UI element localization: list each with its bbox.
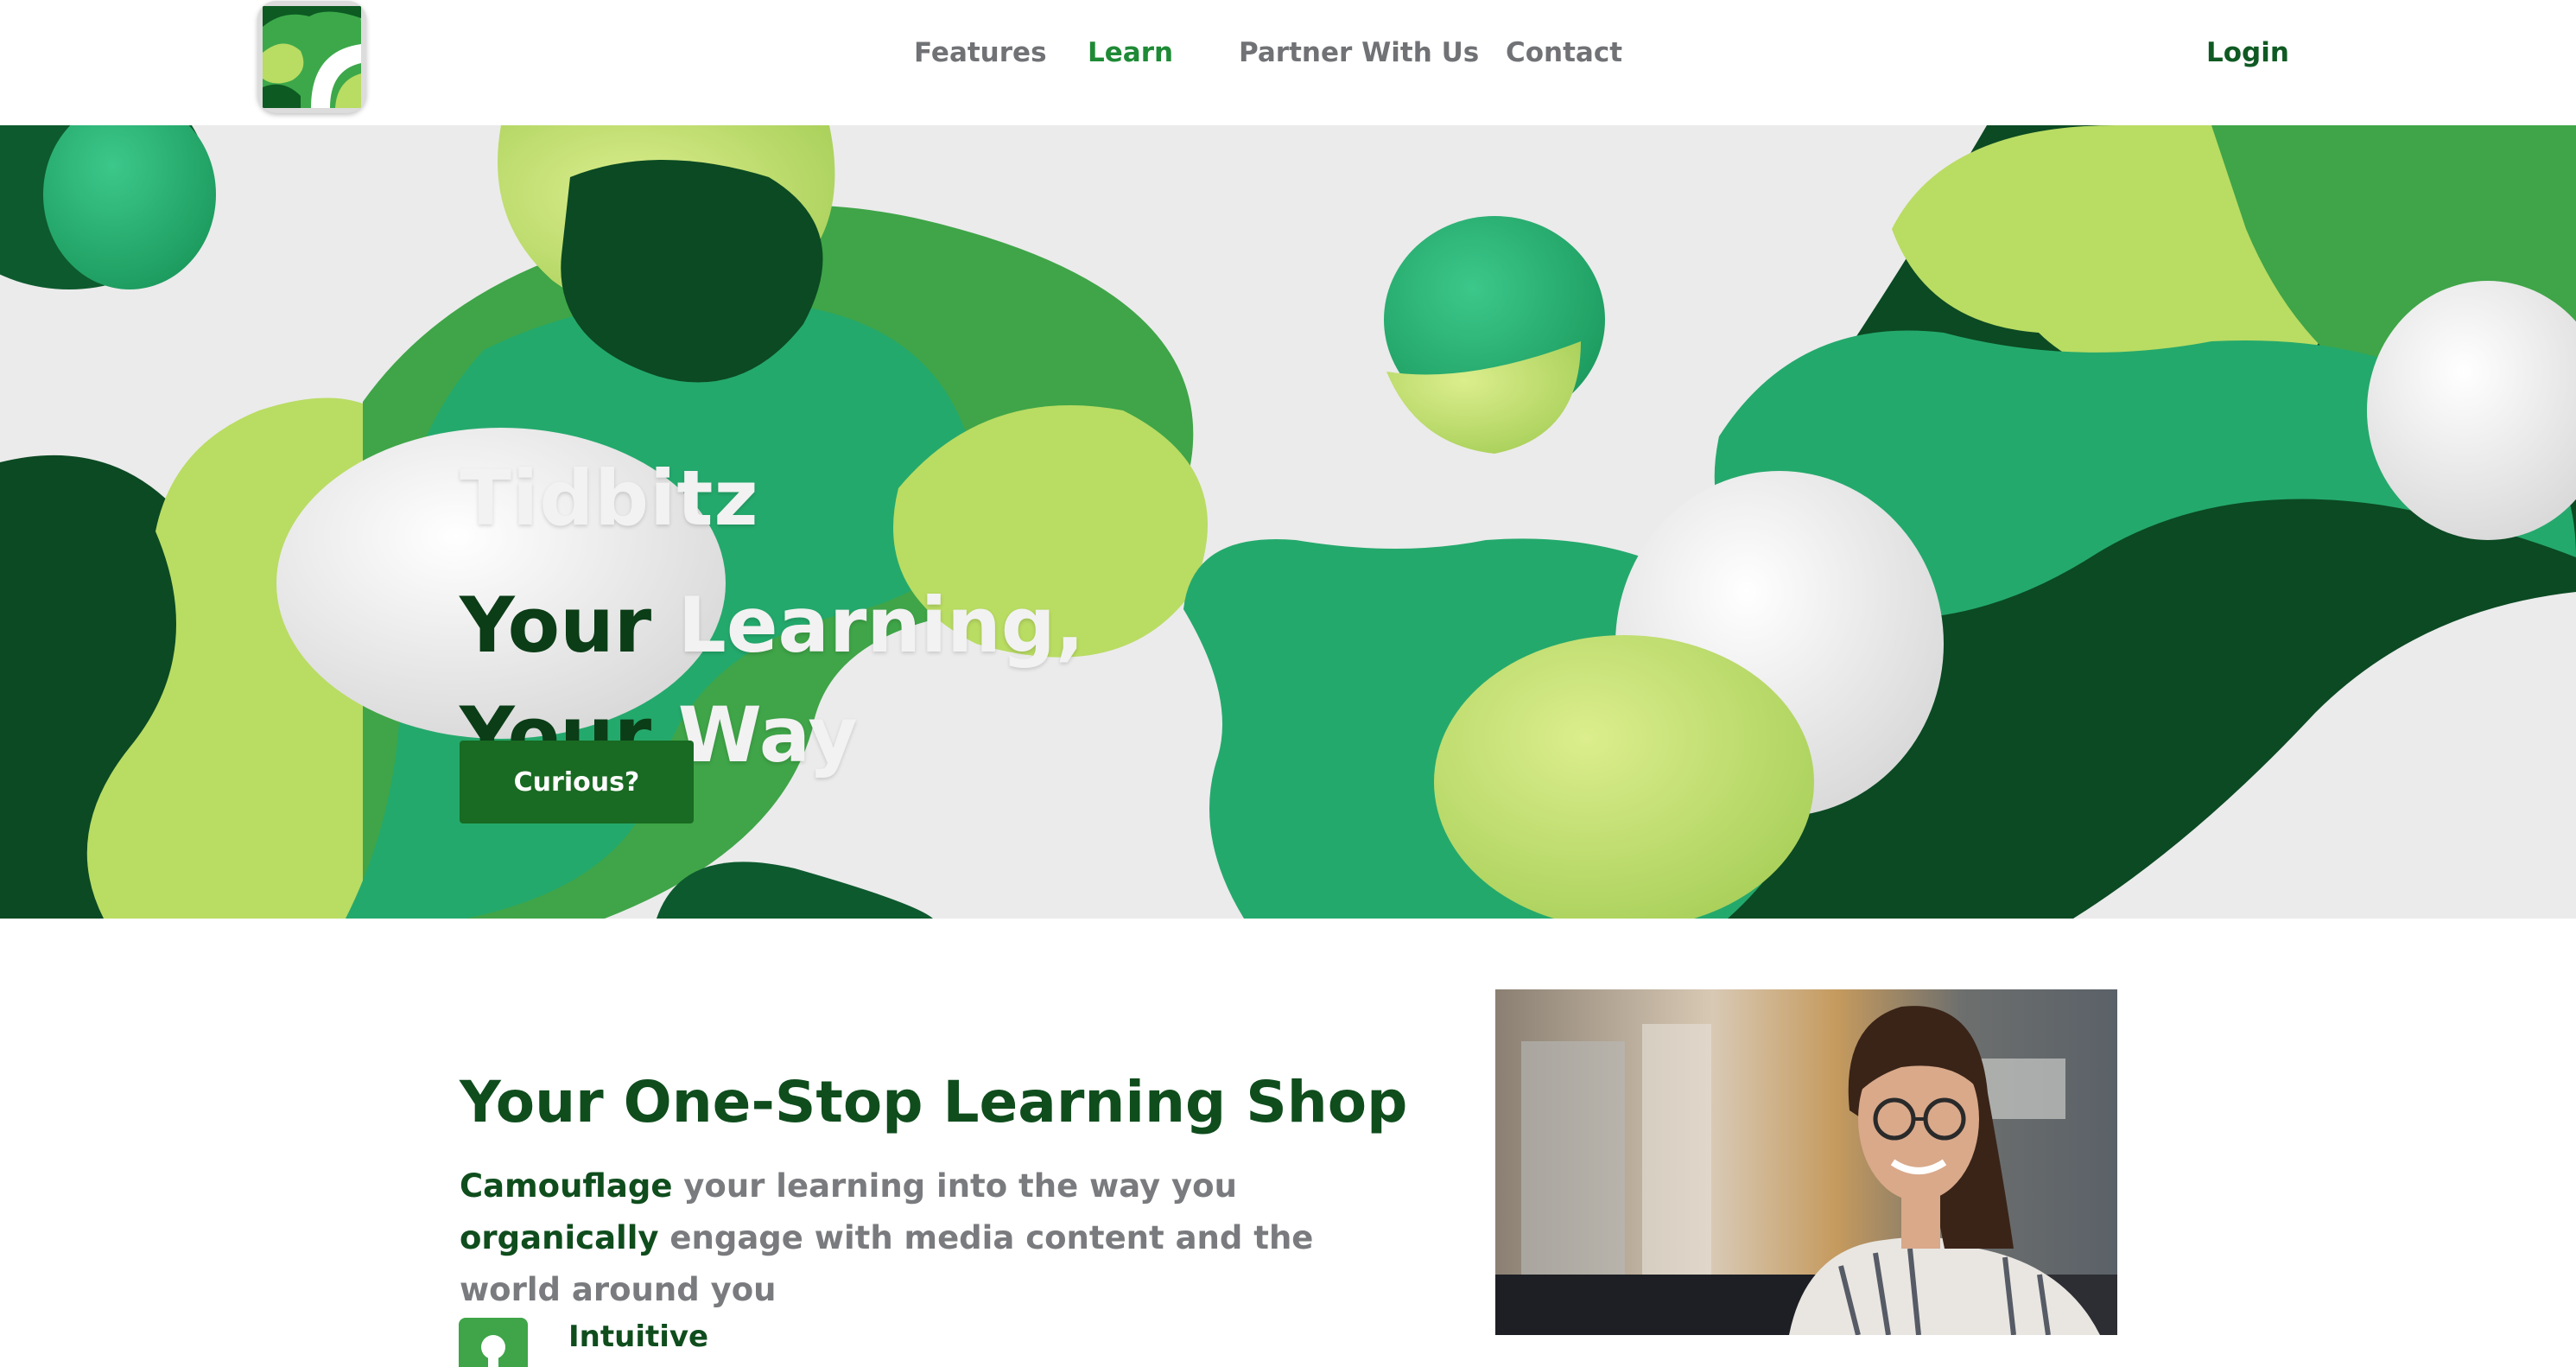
hero-banner: Tidbitz Your Learning, Your Way [0, 125, 2576, 919]
hero-tagline-line1: Your Learning, [460, 588, 1084, 664]
hero-brand-title: Tidbitz [460, 454, 759, 543]
nav-link-learn[interactable]: Learn [1088, 37, 1173, 68]
tidbitz-logo-icon[interactable] [257, 1, 366, 113]
top-navbar: Features Learn Partner With Us Contact L… [0, 0, 2576, 125]
learner-photo [1495, 989, 2117, 1335]
desc-emphasis: organically [460, 1219, 659, 1256]
curious-cta-button[interactable]: Curious? [460, 741, 694, 823]
feature-label-intuitive: Intuitive [568, 1319, 709, 1354]
section-heading: Your One-Stop Learning Shop [460, 1069, 1408, 1135]
lightbulb-icon [459, 1318, 528, 1367]
nav-link-partner-with-us[interactable]: Partner With Us [1239, 37, 1479, 68]
desc-emphasis: Camouflage [460, 1167, 673, 1205]
hero-tagline-word: Way [677, 690, 858, 779]
login-link[interactable]: Login [2206, 37, 2289, 68]
hero-tagline-word: Your [460, 581, 652, 670]
section-description: Camouflage your learning into the way yo… [460, 1160, 1323, 1316]
hero-background-art [0, 125, 2576, 919]
nav-link-contact[interactable]: Contact [1506, 37, 1622, 68]
nav-link-features[interactable]: Features [914, 37, 1047, 68]
hero-tagline-word: Learning, [677, 581, 1085, 670]
desc-text: your learning into the way you [672, 1167, 1237, 1205]
